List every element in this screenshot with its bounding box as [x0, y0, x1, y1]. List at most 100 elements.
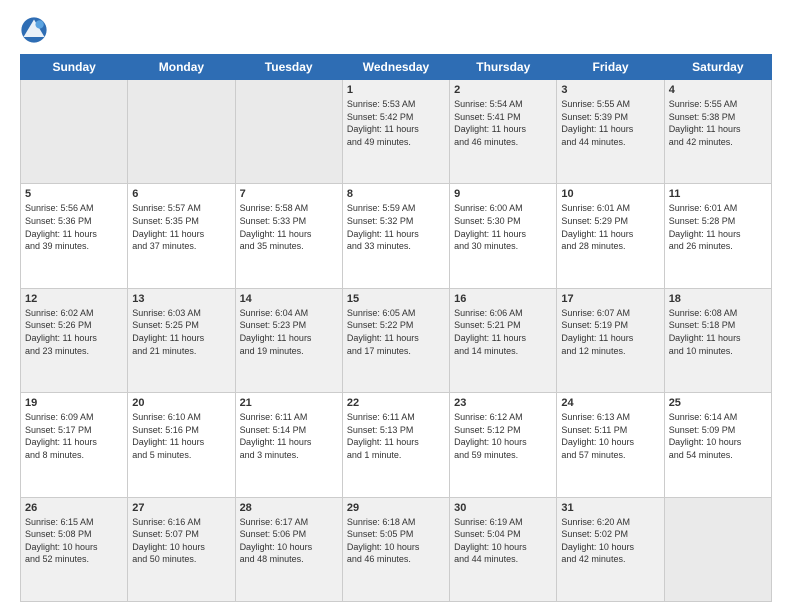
day-number: 10: [561, 188, 659, 200]
day-number: 30: [454, 502, 552, 514]
weekday-header-sunday: Sunday: [21, 55, 128, 80]
weekday-header-saturday: Saturday: [664, 55, 771, 80]
cell-detail-text: Sunrise: 5:58 AM Sunset: 5:33 PM Dayligh…: [240, 202, 338, 252]
cell-detail-text: Sunrise: 5:55 AM Sunset: 5:38 PM Dayligh…: [669, 98, 767, 148]
weekday-header-wednesday: Wednesday: [342, 55, 449, 80]
day-number: 4: [669, 84, 767, 96]
calendar-cell: 7 Sunrise: 5:58 AM Sunset: 5:33 PM Daylig…: [235, 184, 342, 288]
calendar-cell: 1 Sunrise: 5:53 AM Sunset: 5:42 PM Daylig…: [342, 80, 449, 184]
weekday-header-tuesday: Tuesday: [235, 55, 342, 80]
calendar-cell: 20 Sunrise: 6:10 AM Sunset: 5:16 PM Dayli…: [128, 393, 235, 497]
cell-detail-text: Sunrise: 5:53 AM Sunset: 5:42 PM Dayligh…: [347, 98, 445, 148]
calendar-cell: 6 Sunrise: 5:57 AM Sunset: 5:35 PM Daylig…: [128, 184, 235, 288]
cell-detail-text: Sunrise: 6:13 AM Sunset: 5:11 PM Dayligh…: [561, 411, 659, 461]
cell-detail-text: Sunrise: 6:01 AM Sunset: 5:29 PM Dayligh…: [561, 202, 659, 252]
day-number: 18: [669, 293, 767, 305]
cell-detail-text: Sunrise: 5:56 AM Sunset: 5:36 PM Dayligh…: [25, 202, 123, 252]
day-number: 9: [454, 188, 552, 200]
day-number: 15: [347, 293, 445, 305]
cell-detail-text: Sunrise: 6:19 AM Sunset: 5:04 PM Dayligh…: [454, 516, 552, 566]
cell-detail-text: Sunrise: 6:05 AM Sunset: 5:22 PM Dayligh…: [347, 307, 445, 357]
calendar-cell: 15 Sunrise: 6:05 AM Sunset: 5:22 PM Dayli…: [342, 288, 449, 392]
calendar-cell: 14 Sunrise: 6:04 AM Sunset: 5:23 PM Dayli…: [235, 288, 342, 392]
day-number: 5: [25, 188, 123, 200]
calendar-cell: [664, 497, 771, 601]
day-number: 16: [454, 293, 552, 305]
calendar-cell: [235, 80, 342, 184]
cell-detail-text: Sunrise: 6:04 AM Sunset: 5:23 PM Dayligh…: [240, 307, 338, 357]
weekday-header-row: SundayMondayTuesdayWednesdayThursdayFrid…: [21, 55, 772, 80]
weekday-header-thursday: Thursday: [450, 55, 557, 80]
calendar-cell: 16 Sunrise: 6:06 AM Sunset: 5:21 PM Dayli…: [450, 288, 557, 392]
calendar-cell: [21, 80, 128, 184]
page: SundayMondayTuesdayWednesdayThursdayFrid…: [0, 0, 792, 612]
day-number: 13: [132, 293, 230, 305]
calendar-cell: 23 Sunrise: 6:12 AM Sunset: 5:12 PM Dayli…: [450, 393, 557, 497]
calendar-cell: 9 Sunrise: 6:00 AM Sunset: 5:30 PM Daylig…: [450, 184, 557, 288]
day-number: 21: [240, 397, 338, 409]
cell-detail-text: Sunrise: 6:20 AM Sunset: 5:02 PM Dayligh…: [561, 516, 659, 566]
calendar-cell: [128, 80, 235, 184]
day-number: 2: [454, 84, 552, 96]
cell-detail-text: Sunrise: 6:00 AM Sunset: 5:30 PM Dayligh…: [454, 202, 552, 252]
calendar-cell: 28 Sunrise: 6:17 AM Sunset: 5:06 PM Dayli…: [235, 497, 342, 601]
cell-detail-text: Sunrise: 6:12 AM Sunset: 5:12 PM Dayligh…: [454, 411, 552, 461]
day-number: 19: [25, 397, 123, 409]
cell-detail-text: Sunrise: 6:14 AM Sunset: 5:09 PM Dayligh…: [669, 411, 767, 461]
cell-detail-text: Sunrise: 6:07 AM Sunset: 5:19 PM Dayligh…: [561, 307, 659, 357]
day-number: 28: [240, 502, 338, 514]
cell-detail-text: Sunrise: 6:10 AM Sunset: 5:16 PM Dayligh…: [132, 411, 230, 461]
day-number: 27: [132, 502, 230, 514]
calendar-cell: 21Sunrise: 6:11 AM Sunset: 5:14 PM Dayli…: [235, 393, 342, 497]
day-number: 6: [132, 188, 230, 200]
calendar-week-row: 5 Sunrise: 5:56 AM Sunset: 5:36 PM Daylig…: [21, 184, 772, 288]
logo-icon: [20, 16, 48, 44]
cell-detail-text: Sunrise: 6:03 AM Sunset: 5:25 PM Dayligh…: [132, 307, 230, 357]
cell-detail-text: Sunrise: 5:55 AM Sunset: 5:39 PM Dayligh…: [561, 98, 659, 148]
calendar-cell: 13 Sunrise: 6:03 AM Sunset: 5:25 PM Dayli…: [128, 288, 235, 392]
cell-detail-text: Sunrise: 6:06 AM Sunset: 5:21 PM Dayligh…: [454, 307, 552, 357]
day-number: 11: [669, 188, 767, 200]
calendar-cell: 25 Sunrise: 6:14 AM Sunset: 5:09 PM Dayli…: [664, 393, 771, 497]
calendar-week-row: 19Sunrise: 6:09 AM Sunset: 5:17 PM Dayli…: [21, 393, 772, 497]
day-number: 8: [347, 188, 445, 200]
calendar-week-row: 12Sunrise: 6:02 AM Sunset: 5:26 PM Dayli…: [21, 288, 772, 392]
calendar-cell: 3Sunrise: 5:55 AM Sunset: 5:39 PM Daylig…: [557, 80, 664, 184]
calendar-cell: 29 Sunrise: 6:18 AM Sunset: 5:05 PM Dayli…: [342, 497, 449, 601]
day-number: 22: [347, 397, 445, 409]
day-number: 29: [347, 502, 445, 514]
header: [20, 16, 772, 44]
cell-detail-text: Sunrise: 6:01 AM Sunset: 5:28 PM Dayligh…: [669, 202, 767, 252]
day-number: 17: [561, 293, 659, 305]
day-number: 1: [347, 84, 445, 96]
calendar-cell: 31Sunrise: 6:20 AM Sunset: 5:02 PM Dayli…: [557, 497, 664, 601]
cell-detail-text: Sunrise: 6:02 AM Sunset: 5:26 PM Dayligh…: [25, 307, 123, 357]
cell-detail-text: Sunrise: 6:17 AM Sunset: 5:06 PM Dayligh…: [240, 516, 338, 566]
calendar-cell: 4 Sunrise: 5:55 AM Sunset: 5:38 PM Daylig…: [664, 80, 771, 184]
weekday-header-monday: Monday: [128, 55, 235, 80]
day-number: 14: [240, 293, 338, 305]
calendar-cell: 10 Sunrise: 6:01 AM Sunset: 5:29 PM Dayli…: [557, 184, 664, 288]
day-number: 7: [240, 188, 338, 200]
calendar-cell: 27Sunrise: 6:16 AM Sunset: 5:07 PM Dayli…: [128, 497, 235, 601]
calendar-cell: 2 Sunrise: 5:54 AM Sunset: 5:41 PM Daylig…: [450, 80, 557, 184]
day-number: 26: [25, 502, 123, 514]
weekday-header-friday: Friday: [557, 55, 664, 80]
calendar-cell: 17 Sunrise: 6:07 AM Sunset: 5:19 PM Dayli…: [557, 288, 664, 392]
cell-detail-text: Sunrise: 5:57 AM Sunset: 5:35 PM Dayligh…: [132, 202, 230, 252]
calendar-cell: 12Sunrise: 6:02 AM Sunset: 5:26 PM Dayli…: [21, 288, 128, 392]
calendar-cell: 11 Sunrise: 6:01 AM Sunset: 5:28 PM Dayli…: [664, 184, 771, 288]
day-number: 20: [132, 397, 230, 409]
calendar-table: SundayMondayTuesdayWednesdayThursdayFrid…: [20, 54, 772, 602]
calendar-week-row: 26 Sunrise: 6:15 AM Sunset: 5:08 PM Dayli…: [21, 497, 772, 601]
cell-detail-text: Sunrise: 5:59 AM Sunset: 5:32 PM Dayligh…: [347, 202, 445, 252]
day-number: 25: [669, 397, 767, 409]
logo: [20, 16, 52, 44]
cell-detail-text: Sunrise: 6:18 AM Sunset: 5:05 PM Dayligh…: [347, 516, 445, 566]
cell-detail-text: Sunrise: 6:15 AM Sunset: 5:08 PM Dayligh…: [25, 516, 123, 566]
calendar-cell: 26 Sunrise: 6:15 AM Sunset: 5:08 PM Dayli…: [21, 497, 128, 601]
cell-detail-text: Sunrise: 6:11 AM Sunset: 5:13 PM Dayligh…: [347, 411, 445, 461]
day-number: 23: [454, 397, 552, 409]
cell-detail-text: Sunrise: 5:54 AM Sunset: 5:41 PM Dayligh…: [454, 98, 552, 148]
calendar-cell: 5 Sunrise: 5:56 AM Sunset: 5:36 PM Daylig…: [21, 184, 128, 288]
